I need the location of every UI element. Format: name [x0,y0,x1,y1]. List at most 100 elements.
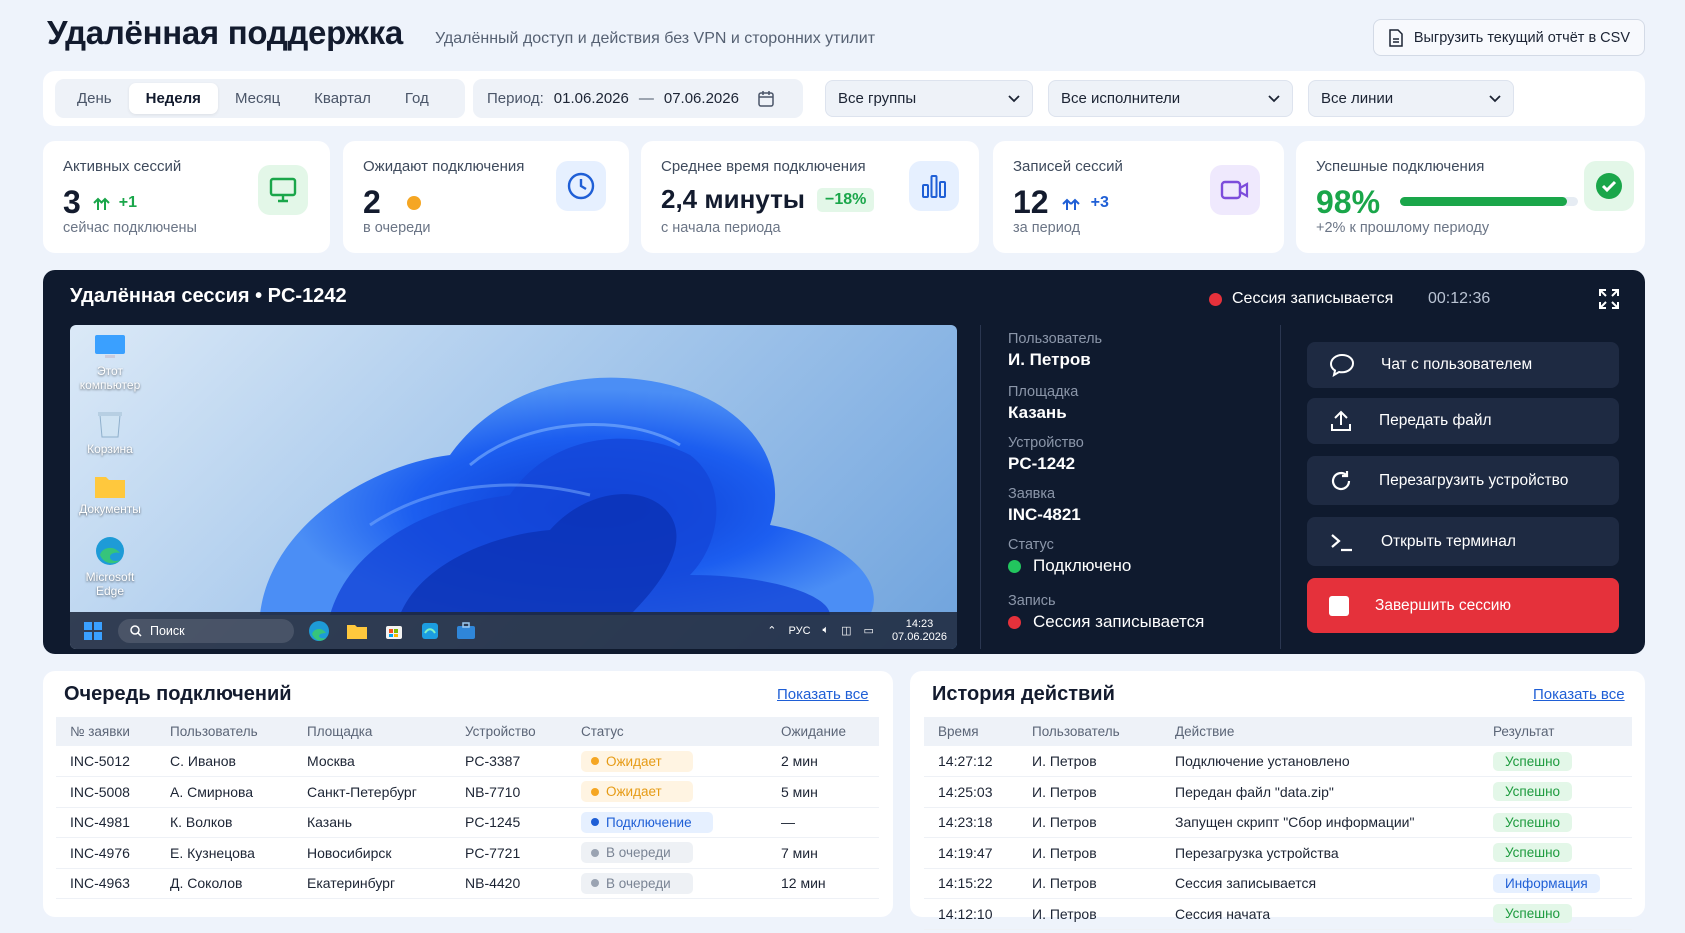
volume-icon[interactable]: 🔈︎ [823,624,830,637]
result-cell: Успешно [1493,776,1632,808]
table-row[interactable]: 14:19:47 И. Петров Перезагрузка устройства… [924,837,1632,869]
desktop-icon-recycle-bin[interactable]: Корзина [70,409,150,456]
chevron-up-icon[interactable]: ⌃ [767,624,776,637]
desktop-icon-documents[interactable]: Документы [70,473,150,516]
desktop-icon-this-pc[interactable]: Этот компьютер [70,333,150,392]
groups-select[interactable]: Все группы [825,80,1033,117]
stat-card-avg-time: Среднее время подключения 2,4 минуты −18… [641,141,979,253]
file-export-icon [1389,28,1403,47]
trend-up-icon [1061,198,1080,210]
monitor-icon [258,165,308,215]
chevron-down-icon [1489,94,1501,102]
table-row[interactable]: 14:23:18 И. Петров Запущен скрипт "Сбор ин… [924,807,1632,838]
stat-value-row: 2,4 минуты −18% [661,184,875,215]
battery-icon[interactable]: ▭ [864,624,874,637]
device-name: PC-1245 [465,807,581,838]
remote-desktop-view[interactable]: Этот компьютер Корзина Документы Microso… [70,325,957,649]
chat-button[interactable]: Чат с пользователем [1307,342,1619,388]
info-value: Подключено [1033,556,1132,575]
action-time: 14:15:22 [924,868,1032,899]
action-label: Перезагрузить устройство [1379,471,1569,489]
table-row[interactable]: 14:12:10 И. Петров Сессия начата Успешно [924,898,1632,930]
status-cell: В очереди [581,868,781,899]
info-site: Площадка Казань [1008,384,1268,435]
queue-show-all-link[interactable]: Показать все [777,686,869,703]
stat-delta: −18% [817,187,875,212]
wait-time: 5 мин [781,776,879,808]
status-badge: Ожидает [581,750,693,772]
info-value: Сессия записывается [1033,612,1205,631]
table-row[interactable]: 14:25:03 И. Петров Передан файл "data.zip"… [924,776,1632,808]
date-range-picker[interactable]: Период: 01.06.2026 — 07.06.2026 [473,79,803,118]
table-row[interactable]: 14:15:22 И. Петров Сессия записывается Инфо… [924,868,1632,899]
session-timer: 00:12:36 [1428,290,1491,307]
taskbar-briefcase-icon[interactable] [456,621,476,640]
taskbar-clock[interactable]: 14:23 07.06.2026 [892,618,947,644]
column-header: Статус [581,717,781,746]
table-row[interactable]: INC-4976 Е. Кузнецова Новосибирск PC-7721 В … [56,837,879,869]
info-value: Казань [1008,403,1067,422]
taskbar-app-icon[interactable] [420,621,440,641]
executors-select[interactable]: Все исполнители [1048,80,1293,117]
info-device: Устройство PC-1242 [1008,435,1268,486]
status-dot-icon [591,879,599,888]
stat-card-active: Активных сессий 3 +1 сейчас подключены [43,141,330,253]
ticket-id: INC-4976 [56,837,170,869]
table-row[interactable]: INC-5012 С. Иванов Москва PC-3387 Ожидает 2 м… [56,746,879,777]
record-dot-icon [1209,292,1222,306]
divider [1280,325,1281,649]
column-header: Площадка [307,717,465,746]
wait-time: 7 мин [781,837,879,869]
table-row[interactable]: INC-4981 К. Волков Казань PC-1245 Подключени… [56,807,879,838]
queue-title: Очередь подключений [64,683,292,705]
desktop-icon-edge[interactable]: Microsoft Edge [70,535,150,598]
page-title: Удалённая поддержка [47,14,403,51]
status-dot-icon [591,848,599,857]
table-row[interactable]: INC-5008 А. Смирнова Санкт-Петербург NB-771… [56,776,879,808]
fullscreen-icon[interactable] [1598,288,1620,315]
history-show-all-link[interactable]: Показать все [1533,686,1625,703]
transfer-file-button[interactable]: Передать файл [1307,398,1619,444]
stat-value-row: 98% [1316,184,1380,221]
open-terminal-button[interactable]: Открыть терминал [1307,517,1619,566]
desktop-icon-label: Документы [79,502,141,516]
action-label: Завершить сессию [1375,596,1512,614]
tab-day[interactable]: День [60,83,129,114]
status-text: Подключение [606,814,692,830]
device-name: PC-3387 [465,746,581,777]
lines-select[interactable]: Все линии [1308,80,1514,117]
taskbar-store-icon[interactable] [384,621,404,641]
taskbar-search[interactable]: Поиск [118,618,294,643]
status-cell: Подключение [581,807,781,838]
video-icon [1210,165,1260,215]
status-badge: Подключение [581,811,713,833]
user-name: И. Петров [1032,868,1175,899]
tab-year[interactable]: Год [388,83,446,114]
table-row[interactable]: INC-4963 Д. Соколов Екатеринбург NB-4420 В о… [56,868,879,899]
table-row[interactable]: 14:27:12 И. Петров Подключение установлено… [924,746,1632,777]
wait-time: 2 мин [781,746,879,777]
export-csv-label: Выгрузить текущий отчёт в CSV [1413,29,1630,46]
taskbar-date: 07.06.2026 [891,630,947,643]
windows-start-icon[interactable] [84,621,102,640]
stat-value-row: 12 +3 [1013,184,1109,221]
tab-week[interactable]: Неделя [128,83,218,114]
ticket-id: INC-5012 [56,746,170,777]
network-icon[interactable]: ◫ [841,624,851,637]
tab-quarter[interactable]: Квартал [297,83,388,114]
user-name: И. Петров [1032,776,1175,808]
export-csv-button[interactable]: Выгрузить текущий отчёт в CSV [1372,19,1645,56]
info-value: И. Петров [1008,350,1091,369]
queue-table: № заявки Пользователь Площадка Устройств… [56,717,879,899]
taskbar-edge-icon[interactable] [308,620,330,642]
restart-icon [1331,470,1351,490]
status-cell: Ожидает [581,776,781,808]
end-session-button[interactable]: Завершить сессию [1307,578,1619,633]
tab-month[interactable]: Месяц [218,83,297,114]
taskbar-folder-icon[interactable] [346,622,368,640]
device-name: NB-4420 [465,868,581,899]
language-indicator[interactable]: РУС [788,625,810,637]
calendar-icon [758,90,774,107]
restart-device-button[interactable]: Перезагрузить устройство [1307,456,1619,505]
taskbar-tray: ⌃ РУС 🔈︎ ◫ ▭ 14:23 07.06.2026 [767,618,947,644]
